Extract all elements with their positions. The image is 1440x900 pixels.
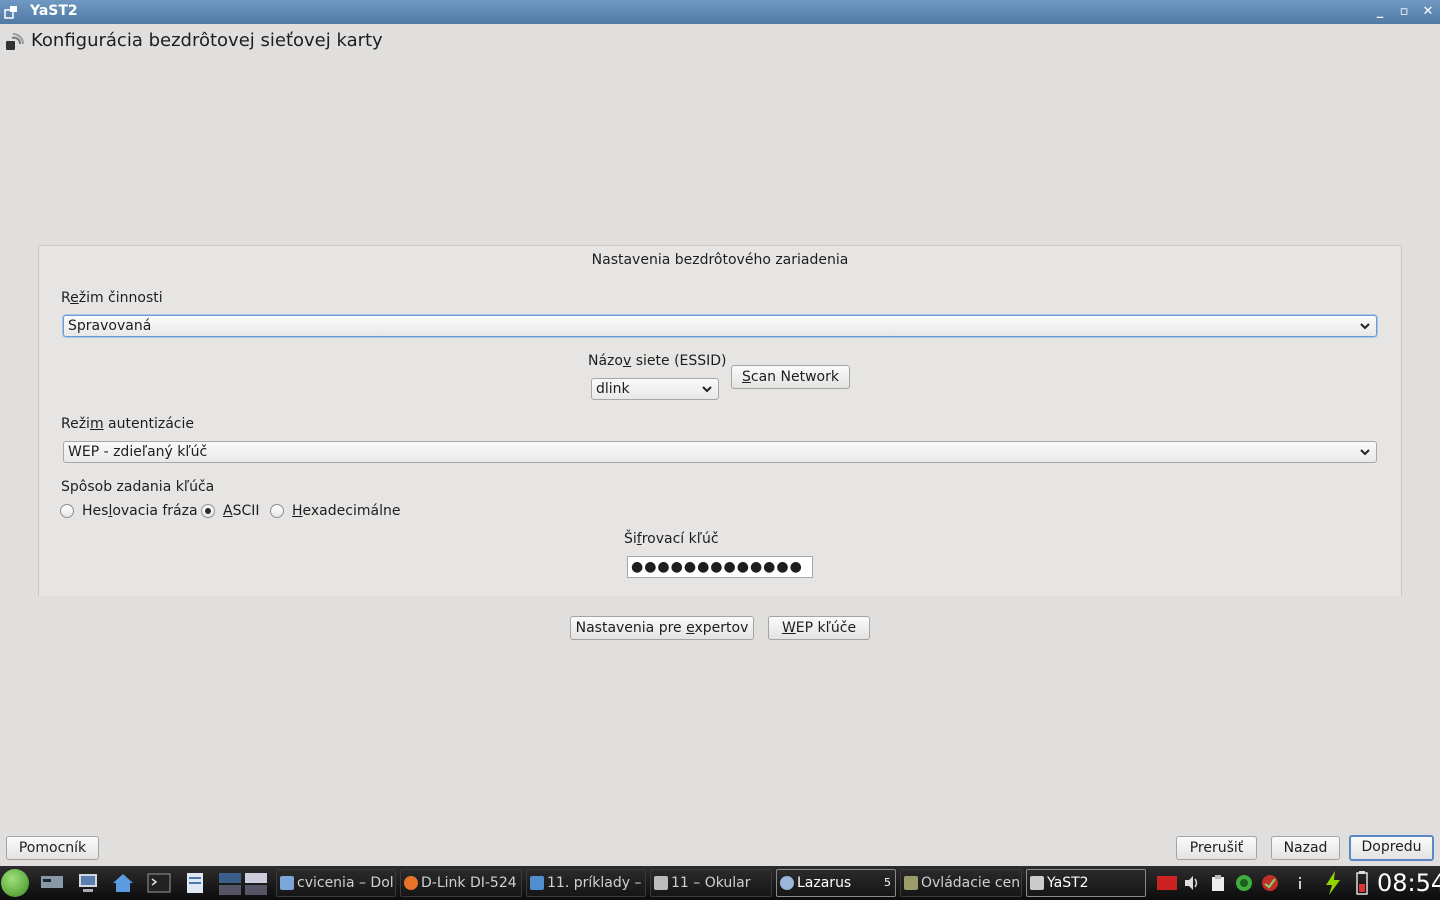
taskbar: cvicenia – Dol D-Link DI-524 11. príklad… (0, 866, 1440, 900)
task-label: cvicenia – Dol (297, 875, 394, 891)
desktop-pager-icon[interactable] (218, 871, 268, 895)
chevron-down-icon (702, 386, 712, 393)
text-editor-icon[interactable] (183, 871, 207, 895)
radio-ascii-label[interactable]: ASCII (223, 503, 260, 519)
key-input-type-label: Spôsob zadania kľúča (61, 479, 215, 495)
system-monitor-icon[interactable] (40, 871, 64, 895)
task-label: 11 – Okular (671, 875, 751, 891)
task-priklady[interactable]: 11. príklady – I (526, 869, 646, 897)
help-button[interactable]: Pomocník (6, 836, 99, 860)
yast-app-icon[interactable] (4, 5, 18, 19)
volume-icon[interactable] (1183, 874, 1201, 892)
frame-title: Nastavenia bezdrôtového zariadenia (591, 252, 849, 268)
network-status-icon[interactable] (1261, 874, 1279, 892)
keyboard-layout-icon[interactable] (1157, 876, 1177, 890)
scan-network-button[interactable]: Scan Network (731, 365, 850, 389)
update-icon[interactable] (1235, 874, 1253, 892)
encryption-key-label: Šifrovací kľúč (624, 531, 719, 547)
encryption-key-input[interactable]: ●●●●●●●●●●●●● (627, 556, 813, 578)
firefox-icon (404, 876, 418, 890)
next-button[interactable]: Dopredu (1349, 835, 1434, 861)
battery-icon[interactable] (1352, 870, 1372, 896)
auth-mode-value: WEP - zdieľaný kľúč (68, 444, 208, 460)
task-firefox[interactable]: D-Link DI-524 (400, 869, 522, 897)
task-label: Ovládacie cen (921, 875, 1021, 891)
okular-icon (654, 876, 668, 890)
task-label: 11. príklady – I (547, 875, 646, 891)
essid-label: Názov siete (ESSID) (588, 353, 727, 369)
task-label: D-Link DI-524 (421, 875, 517, 891)
document-icon (530, 876, 544, 890)
task-yast2[interactable]: YaST2 (1026, 869, 1146, 897)
essid-value: dlink (596, 381, 630, 397)
window-title: YaST2 (30, 3, 78, 19)
desktop-number: 5 (884, 876, 891, 889)
minimize-button[interactable]: _ (1370, 2, 1390, 22)
chevron-down-icon (1360, 323, 1370, 330)
back-button[interactable]: Nazad (1271, 836, 1340, 860)
task-lazarus[interactable]: Lazarus 5 (776, 869, 896, 897)
essid-combo[interactable]: dlink (591, 378, 719, 400)
abort-button[interactable]: Prerušiť (1176, 836, 1257, 860)
task-dolphin[interactable]: cvicenia – Dol (276, 869, 396, 897)
window-titlebar[interactable]: YaST2 _ ▫ ✕ (0, 0, 1440, 24)
kde-menu-button[interactable] (1, 869, 29, 897)
auth-mode-select[interactable]: WEP - zdieľaný kľúč (63, 441, 1377, 463)
radio-ascii[interactable] (201, 504, 215, 518)
task-control-center[interactable]: Ovládacie cen (900, 869, 1022, 897)
radio-passphrase[interactable] (60, 504, 74, 518)
radio-passphrase-label[interactable]: Heslovacia fráza (82, 503, 198, 519)
task-label: Lazarus (797, 875, 852, 891)
operation-mode-value: Spravovaná (68, 318, 152, 334)
wireless-device-settings-frame: Nastavenia bezdrôtového zariadenia Režim… (38, 245, 1402, 596)
info-icon[interactable] (1291, 874, 1309, 892)
file-manager-icon (280, 876, 294, 890)
task-okular[interactable]: 11 – Okular (650, 869, 772, 897)
terminal-icon[interactable] (147, 871, 171, 895)
close-button[interactable]: ✕ (1418, 2, 1438, 22)
lazarus-icon (780, 876, 794, 890)
maximize-button[interactable]: ▫ (1394, 2, 1414, 22)
settings-icon (904, 876, 918, 890)
page-title: Konfigurácia bezdrôtovej sieťovej karty (31, 30, 383, 51)
computer-icon[interactable] (76, 871, 100, 895)
radio-hexadecimal[interactable] (270, 504, 284, 518)
home-folder-icon[interactable] (111, 871, 135, 895)
clipboard-icon[interactable] (1209, 874, 1227, 892)
expert-settings-button[interactable]: Nastavenia pre expertov (570, 616, 754, 640)
wireless-card-icon (6, 33, 24, 50)
wep-keys-button[interactable]: WEP kľúče (768, 616, 870, 640)
clock[interactable]: 08:54 (1377, 869, 1440, 897)
yast-icon (1030, 876, 1044, 890)
radio-hexadecimal-label[interactable]: Hexadecimálne (292, 503, 400, 519)
auth-mode-label: Režim autentizácie (61, 416, 194, 432)
operation-mode-select[interactable]: Spravovaná (63, 315, 1377, 337)
task-label: YaST2 (1047, 875, 1089, 891)
power-icon[interactable] (1321, 870, 1345, 896)
operation-mode-label: Režim činnosti (61, 290, 163, 306)
chevron-down-icon (1360, 449, 1370, 456)
